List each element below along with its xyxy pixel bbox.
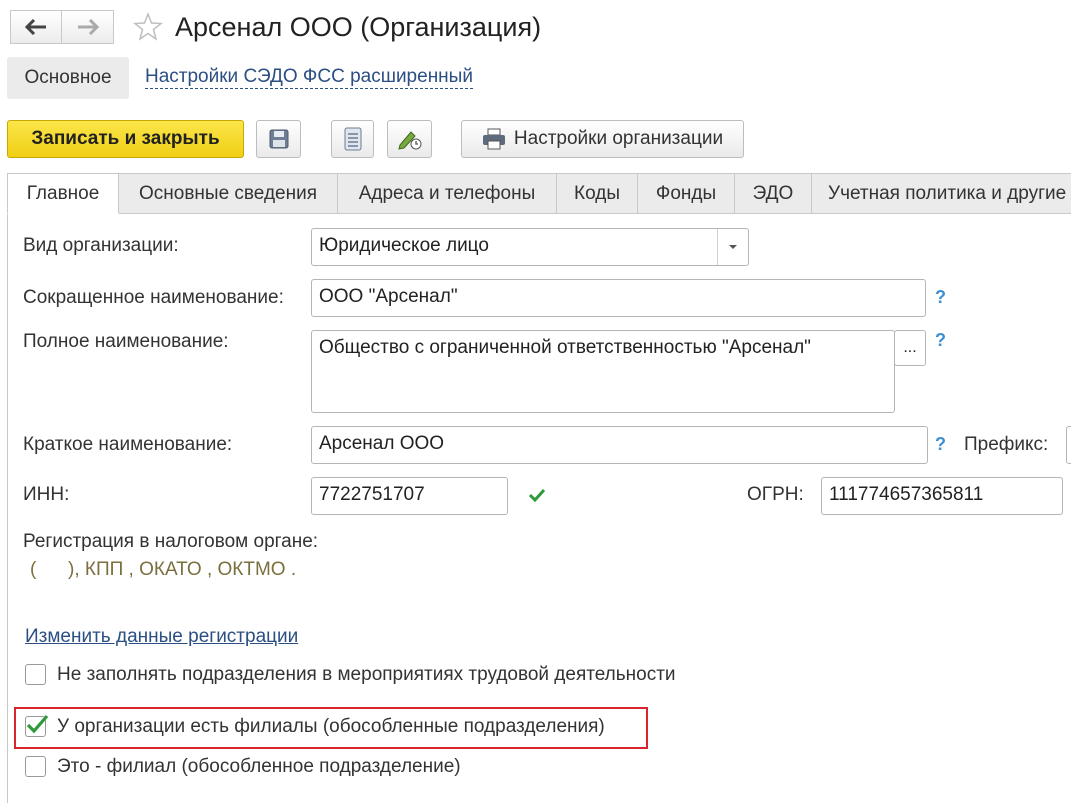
save-icon [269, 129, 288, 149]
no-fill-departments-label[interactable]: Не заполнять подразделения в мероприятия… [57, 664, 676, 686]
inn-input[interactable]: 7722751707 [311, 477, 508, 515]
kind-dropdown-button[interactable] [717, 229, 748, 265]
is-branch-label[interactable]: Это - филиал (обособленное подразделение… [57, 756, 461, 778]
tab-addresses-phones[interactable]: Адреса и телефоны [337, 173, 557, 214]
page-title: Арсенал ООО (Организация) [175, 12, 542, 42]
brief-name-label: Краткое наименование: [23, 434, 233, 455]
save-and-close-button[interactable]: Записать и закрыть [7, 120, 244, 158]
brief-name-input[interactable]: Арсенал ООО [311, 426, 928, 464]
favorite-star-icon[interactable] [132, 11, 164, 47]
ogrn-input[interactable]: 111774657365811 [821, 477, 1063, 515]
inn-valid-check-icon [528, 488, 546, 502]
list-icon [344, 127, 361, 151]
back-button[interactable] [10, 10, 62, 44]
prefix-label: Префикс: [964, 434, 1049, 455]
has-branches-checkbox[interactable] [25, 714, 49, 737]
change-registration-link[interactable]: Изменить данные регистрации [25, 626, 298, 648]
inn-label: ИНН: [23, 484, 70, 505]
chevron-down-icon [729, 245, 737, 249]
tax-registration-value: ( ), КПП , ОКАТО , ОКТМО . [30, 559, 297, 580]
tab-accounting-policy[interactable]: Учетная политика и другие [811, 173, 1071, 214]
full-name-select-button[interactable]: ... [894, 330, 926, 366]
organization-settings-label: Настройки организации [513, 128, 724, 149]
full-name-textarea[interactable]: Общество с ограниченной ответственностью… [311, 330, 895, 413]
forward-button[interactable] [62, 10, 114, 44]
is-branch-checkbox[interactable] [25, 756, 46, 777]
save-button[interactable] [256, 120, 301, 158]
tab-basic-info[interactable]: Основные сведения [118, 173, 338, 214]
printer-icon [482, 128, 505, 150]
checkmark-icon [26, 714, 49, 734]
kind-label: Вид организации: [23, 235, 179, 256]
kind-value: Юридическое лицо [319, 235, 489, 256]
brief-name-help-icon[interactable]: ? [935, 434, 946, 455]
tax-registration-label: Регистрация в налоговом органе: [23, 531, 319, 552]
tab-funds[interactable]: Фонды [637, 173, 735, 214]
edit-history-button[interactable] [387, 120, 432, 158]
ogrn-label: ОГРН: [747, 484, 804, 505]
list-button[interactable] [331, 120, 374, 158]
short-name-input[interactable]: ООО "Арсенал" [311, 279, 926, 317]
has-branches-label[interactable]: У организации есть филиалы (обособленные… [57, 716, 605, 738]
organization-settings-button[interactable]: Настройки организации [461, 120, 744, 158]
full-name-label: Полное наименование: [23, 331, 229, 352]
short-name-label: Сокращенное наименование: [23, 287, 284, 308]
back-arrow-icon [25, 19, 46, 35]
kind-select[interactable]: Юридическое лицо [311, 228, 749, 266]
tab-codes[interactable]: Коды [556, 173, 638, 214]
short-name-help-icon[interactable]: ? [935, 287, 946, 308]
tab-main[interactable]: Главное [7, 173, 119, 214]
full-name-help-icon[interactable]: ? [935, 330, 946, 351]
edit-history-icon [397, 131, 421, 150]
tab-edo[interactable]: ЭДО [734, 173, 812, 214]
section-main[interactable]: Основное [7, 57, 129, 99]
no-fill-departments-checkbox[interactable] [25, 664, 46, 685]
section-fss-settings-link[interactable]: Настройки СЭДО ФСС расширенный [145, 66, 473, 89]
prefix-input[interactable] [1066, 426, 1071, 464]
tab-strip: Главное Основные сведения Адреса и телеф… [7, 173, 1071, 214]
forward-arrow-icon [77, 19, 99, 35]
